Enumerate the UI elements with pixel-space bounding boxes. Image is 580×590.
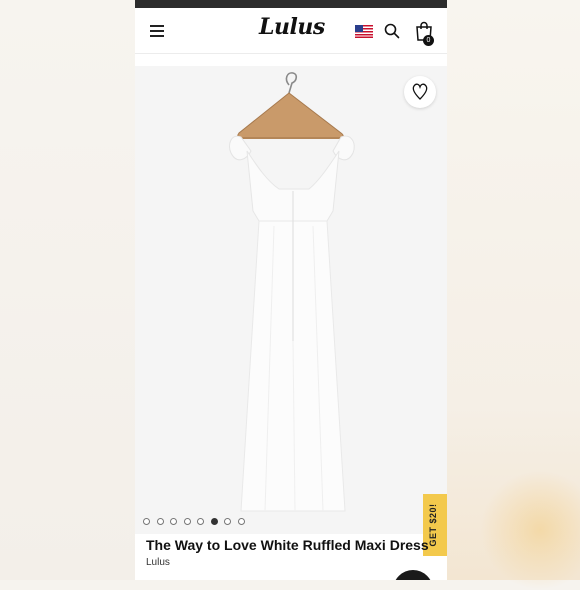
backdrop-right — [447, 0, 580, 590]
site-logo[interactable]: Lulus — [259, 14, 325, 44]
bag-count-badge: 0 — [423, 35, 434, 46]
chat-button[interactable] — [393, 570, 433, 580]
carousel-dot[interactable] — [183, 518, 191, 525]
phone-screen: Lulus 0 GET $20! The Way to Love White R… — [135, 0, 447, 580]
product-title: The Way to Love White Ruffled Maxi Dress — [146, 537, 429, 553]
carousel-dot[interactable] — [224, 518, 231, 525]
heart-icon — [412, 83, 428, 100]
carousel-dot-active[interactable] — [210, 518, 218, 525]
backdrop-left — [0, 0, 135, 580]
product-image-carousel[interactable] — [135, 66, 447, 534]
carousel-dot[interactable] — [170, 518, 177, 525]
us-flag-icon[interactable] — [355, 25, 373, 38]
search-icon[interactable] — [384, 23, 400, 39]
product-brand[interactable]: Lulus — [146, 557, 170, 568]
product-image — [228, 72, 355, 512]
site-header: Lulus 0 — [135, 8, 447, 54]
carousel-dot[interactable] — [143, 518, 150, 525]
carousel-dot[interactable] — [197, 518, 204, 525]
status-bar — [135, 0, 447, 8]
hamburger-menu-icon[interactable] — [150, 25, 164, 37]
carousel-dot[interactable] — [156, 518, 164, 525]
carousel-dot[interactable] — [237, 518, 245, 525]
favorite-button[interactable] — [404, 76, 436, 108]
